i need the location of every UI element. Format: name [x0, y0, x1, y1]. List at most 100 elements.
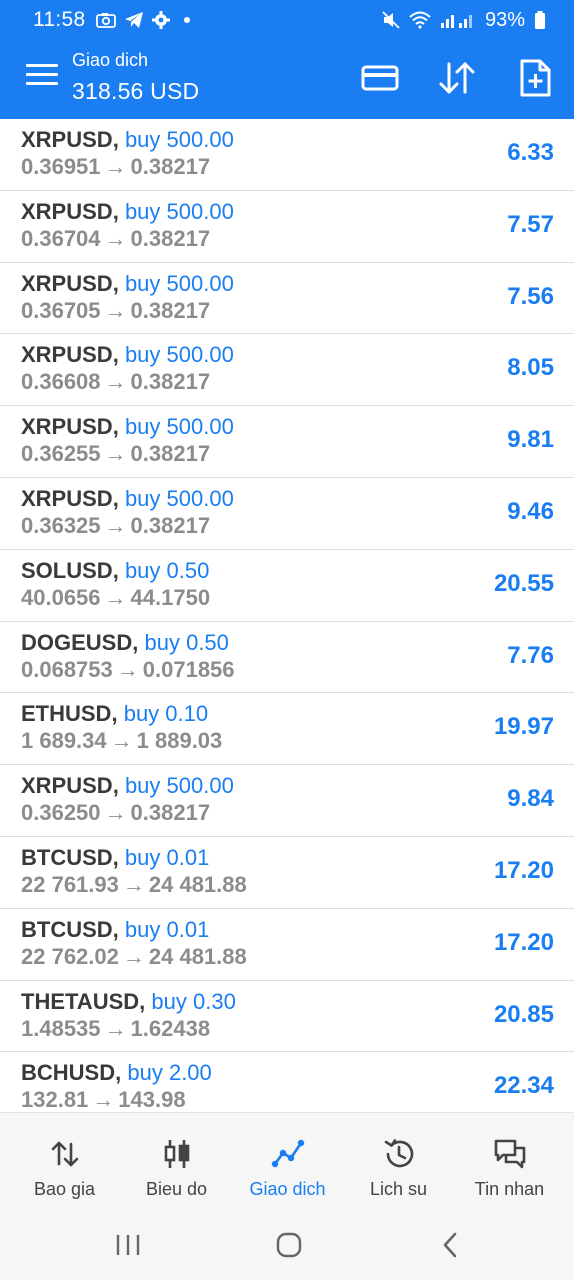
positions-list[interactable]: XRPUSD, buy 500.00 0.36951 → 0.38217 6.33 XRP…: [0, 119, 574, 1112]
open-price: 0.36704: [21, 225, 101, 251]
position-side: buy 0.50: [144, 629, 229, 655]
position-profit: 6.33: [507, 139, 554, 166]
recent-apps-icon[interactable]: [108, 1230, 148, 1260]
open-price: 0.36951: [21, 154, 101, 179]
position-row[interactable]: BTCUSD, buy 0.01 22 761.93 → 24 481.88 17.20: [0, 837, 574, 909]
position-side: buy 500.00: [124, 485, 234, 511]
home-icon[interactable]: [269, 1230, 309, 1260]
current-price: 0.38217: [130, 225, 211, 251]
position-row[interactable]: SOLUSD, buy 0.50 40.0656 → 44.1750 20.55: [0, 550, 574, 622]
open-price: 0.068753: [21, 656, 113, 682]
open-price: 0.36325: [21, 512, 101, 538]
position-row[interactable]: XRPUSD, buy 500.00 0.36704 → 0.38217 7.57: [0, 191, 574, 263]
sort-icon[interactable]: [437, 58, 477, 98]
current-price: 0.071856: [142, 656, 235, 682]
position-row[interactable]: XRPUSD, buy 500.00 0.36250 → 0.38217 9.84: [0, 765, 574, 837]
position-prices: 0.36704 → 0.38217: [21, 226, 210, 252]
position-symbol: BCHUSD: [21, 1060, 116, 1086]
position-prices: 0.36325 → 0.38217: [21, 513, 210, 539]
telegram-icon: [124, 12, 143, 28]
arrow-icon: →: [122, 943, 145, 969]
status-time: 11:58: [33, 8, 86, 31]
position-row[interactable]: BCHUSD, buy 2.00 132.81 → 143.98 22.34: [0, 1052, 574, 1112]
open-price: 1 689.34: [21, 728, 107, 754]
position-symbol: XRPUSD: [21, 414, 113, 440]
page-title: Giao dich: [72, 50, 149, 70]
position-profit: 19.97: [493, 713, 554, 741]
position-row[interactable]: XRPUSD, buy 500.00 0.36951 → 0.38217 6.33: [0, 119, 574, 191]
position-row[interactable]: XRPUSD, buy 500.00 0.36705 → 0.38217 7.56: [0, 263, 574, 335]
settings-icon: [151, 11, 170, 29]
position-row[interactable]: XRPUSD, buy 500.00 0.36255 → 0.38217 9.81: [0, 406, 574, 478]
position-side: buy 0.30: [151, 988, 236, 1014]
current-price: 1 889.03: [136, 728, 223, 754]
position-side: buy 0.01: [124, 916, 210, 942]
arrow-icon: →: [104, 441, 127, 467]
current-price: 0.38217: [130, 512, 211, 538]
position-profit: 7.57: [507, 210, 554, 238]
arrow-icon: →: [104, 225, 127, 251]
position-title: XRPUSD, buy 500.00: [21, 342, 234, 368]
status-right-icons: 93%: [382, 9, 546, 32]
nav-quotes-label: Bao gia: [33, 1179, 96, 1199]
position-row[interactable]: DOGEUSD, buy 0.50 0.068753 → 0.071856 7.76: [0, 622, 574, 694]
open-price: 0.36255: [21, 441, 101, 467]
arrow-icon: →: [104, 297, 127, 323]
battery-percent: 93%: [484, 8, 525, 31]
position-separator: ,: [111, 701, 118, 727]
nav-messages[interactable]: Tin nhan: [452, 1113, 567, 1211]
position-prices: 0.36255 → 0.38217: [21, 441, 210, 467]
nav-history[interactable]: Lich su: [341, 1113, 456, 1211]
nav-trade[interactable]: Giao dich: [230, 1113, 345, 1211]
position-side: buy 500.00: [124, 198, 234, 224]
position-separator: ,: [112, 414, 119, 440]
position-profit: 9.84: [507, 785, 554, 813]
menu-icon[interactable]: [26, 64, 58, 92]
position-title: SOLUSD, buy 0.50: [21, 558, 209, 584]
position-profit: 7.76: [507, 641, 554, 669]
back-icon[interactable]: [430, 1230, 470, 1260]
nav-quotes[interactable]: Bao gia: [7, 1113, 122, 1211]
nav-chart[interactable]: Bieu do: [119, 1113, 234, 1211]
current-price: 0.38217: [130, 154, 211, 179]
position-separator: ,: [112, 916, 119, 942]
position-separator: ,: [112, 198, 119, 224]
position-row[interactable]: BTCUSD, buy 0.01 22 762.02 → 24 481.88 17.20: [0, 909, 574, 981]
position-separator: ,: [112, 773, 119, 799]
position-separator: ,: [112, 485, 119, 511]
arrow-icon: →: [104, 1015, 127, 1041]
current-price: 1.62438: [130, 1015, 211, 1041]
nav-history-label: Lich su: [369, 1179, 428, 1199]
status-bar: 11:58 93%: [0, 0, 574, 40]
chart-icon: [164, 1140, 189, 1168]
position-profit: 9.46: [507, 497, 554, 525]
position-row[interactable]: THETAUSD, buy 0.30 1.48535 → 1.62438 20.85: [0, 981, 574, 1053]
open-price: 22 761.93: [21, 871, 119, 897]
position-profit: 7.56: [507, 282, 554, 310]
card-icon[interactable]: [360, 58, 400, 98]
position-separator: ,: [132, 629, 139, 655]
position-row[interactable]: ETHUSD, buy 0.10 1 689.34 → 1 889.03 19.97: [0, 693, 574, 766]
position-title: XRPUSD, buy 500.00: [21, 773, 234, 799]
current-price: 0.38217: [130, 297, 211, 323]
position-row[interactable]: XRPUSD, buy 500.00 0.36325 → 0.38217 9.46: [0, 478, 574, 550]
arrow-icon: →: [104, 369, 127, 395]
position-row[interactable]: XRPUSD, buy 500.00 0.36608 → 0.38217 8.05: [0, 334, 574, 407]
arrow-icon: →: [104, 584, 127, 610]
position-separator: ,: [112, 270, 119, 296]
position-side: buy 500.00: [124, 342, 234, 368]
position-title: BCHUSD, buy 2.00: [21, 1060, 212, 1086]
position-symbol: XRPUSD: [21, 127, 113, 152]
arrow-icon: →: [116, 656, 139, 682]
position-side: buy 500.00: [124, 270, 234, 296]
position-title: XRPUSD, buy 500.00: [21, 199, 234, 225]
position-side: buy 2.00: [127, 1060, 212, 1086]
new-order-icon[interactable]: [515, 58, 555, 98]
position-prices: 40.0656 → 44.1750: [21, 585, 210, 611]
position-prices: 1 689.34 → 1 889.03: [21, 728, 222, 754]
position-side: buy 500.00: [124, 414, 234, 440]
position-symbol: XRPUSD: [21, 342, 113, 368]
arrow-icon: →: [110, 728, 133, 754]
current-price: 44.1750: [130, 584, 211, 610]
app-header: Giao dich 318.56 USD: [0, 40, 574, 119]
